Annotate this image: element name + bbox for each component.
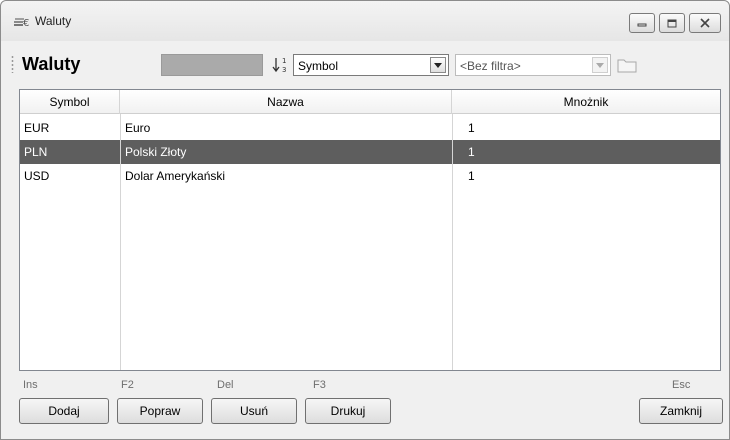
svg-text:€: € (23, 18, 29, 29)
title-bar[interactable]: € Waluty (1, 1, 729, 41)
table-row-selected[interactable]: PLN Polski Złoty 1 (20, 140, 720, 164)
column-header-symbol[interactable]: Symbol (20, 90, 120, 114)
filter-combo-dropdown[interactable] (592, 57, 608, 73)
cell-multiplier: 1 (468, 169, 475, 183)
cell-symbol: PLN (24, 145, 48, 159)
cell-multiplier: 1 (468, 121, 475, 135)
filter-combo-value: <Bez filtra> (460, 59, 521, 73)
cell-name: Dolar Amerykański (125, 169, 226, 183)
svg-text:3: 3 (282, 66, 286, 74)
currency-euro-icon: € (14, 18, 29, 29)
close-window-button[interactable]: Zamknij (639, 398, 723, 424)
table-header: Symbol Nazwa Mnożnik (20, 90, 720, 114)
shortcut-hint-edit: F2 (121, 379, 134, 391)
shortcut-hint-print: F3 (313, 379, 326, 391)
toolbar-grip[interactable] (11, 55, 14, 73)
shortcut-hint-close: Esc (672, 379, 691, 391)
column-divider (452, 114, 453, 370)
sort-ascending-icon: 1 3 (272, 57, 286, 74)
close-button[interactable] (689, 13, 721, 33)
cell-name: Euro (125, 121, 151, 135)
shortcut-hint-delete: Del (217, 379, 234, 391)
cell-symbol: USD (24, 169, 50, 183)
cell-multiplier: 1 (468, 145, 475, 159)
filter-combo[interactable]: <Bez filtra> (455, 54, 611, 76)
table-row[interactable]: USD Dolar Amerykański 1 (20, 164, 720, 188)
column-divider (120, 114, 121, 370)
search-box[interactable] (161, 54, 263, 76)
column-header-mnoznik[interactable]: Mnożnik (452, 90, 720, 114)
toolbar: Waluty 1 3 Symbol <Bez filtra> (5, 51, 725, 81)
minimize-button[interactable] (629, 13, 655, 33)
add-button[interactable]: Dodaj (19, 398, 109, 424)
edit-button[interactable]: Popraw (117, 398, 203, 424)
print-button[interactable]: Drukuj (305, 398, 391, 424)
minimize-icon (637, 23, 647, 27)
maximize-button[interactable] (659, 13, 685, 33)
table-row[interactable]: EUR Euro 1 (20, 116, 720, 140)
currency-table[interactable]: Symbol Nazwa Mnożnik EUR Euro 1 PLN Pols… (19, 89, 721, 371)
cell-name: Polski Złoty (125, 145, 187, 159)
sort-combo[interactable]: Symbol (293, 54, 449, 76)
chevron-down-icon (434, 62, 442, 68)
chevron-down-icon (596, 62, 604, 68)
maximize-icon (667, 19, 677, 27)
cell-symbol: EUR (24, 121, 50, 135)
close-icon (700, 18, 710, 28)
folder-icon[interactable] (617, 57, 637, 73)
shortcut-hint-add: Ins (23, 379, 38, 391)
window-title: Waluty (35, 14, 72, 28)
svg-text:1: 1 (282, 57, 286, 65)
sort-combo-value: Symbol (298, 59, 339, 73)
waluty-window: € Waluty Waluty 1 3 Symbol <Bez filtra> … (0, 0, 730, 440)
delete-button[interactable]: Usuń (211, 398, 297, 424)
column-header-nazwa[interactable]: Nazwa (120, 90, 452, 114)
sort-combo-dropdown[interactable] (430, 57, 446, 73)
toolbar-title: Waluty (22, 54, 81, 74)
